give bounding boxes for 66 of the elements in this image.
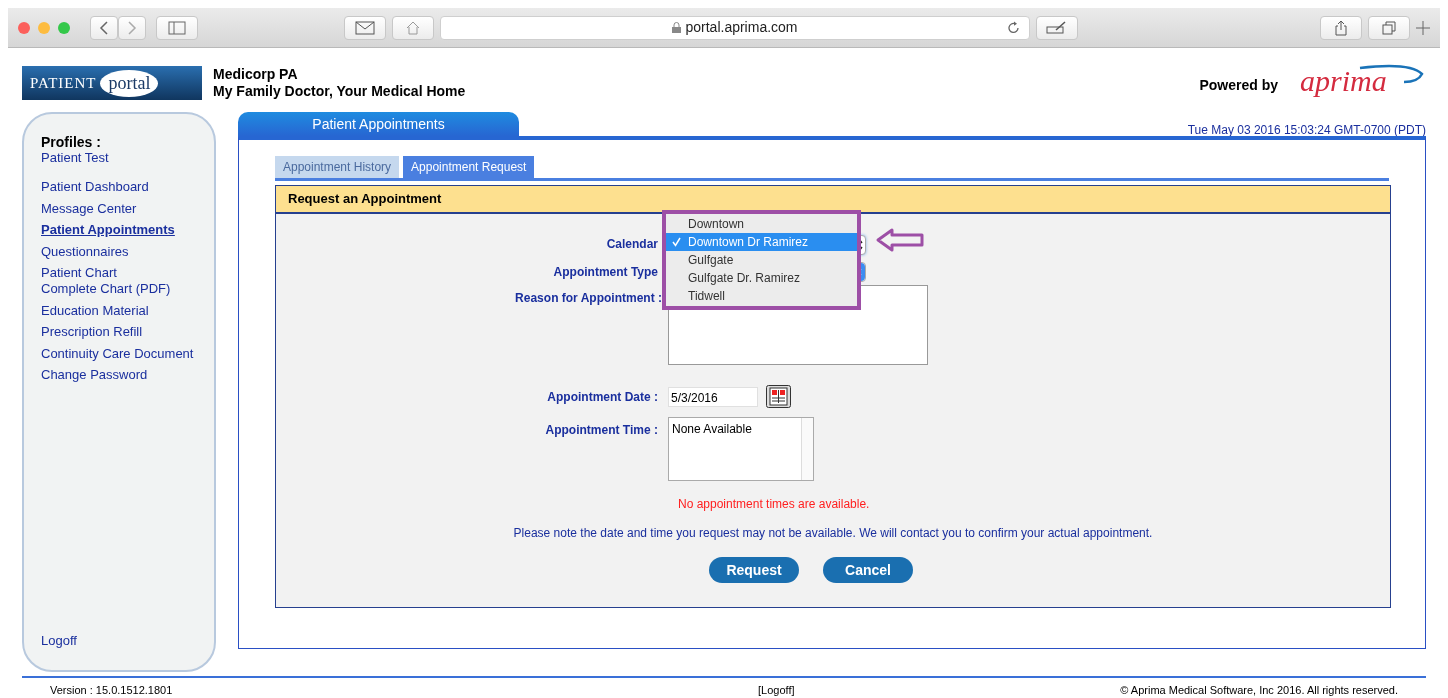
appointment-type-label: Appointment Type (553, 264, 659, 281)
checkmark-icon (672, 237, 681, 247)
form-title-bar: Request an Appointment (276, 186, 1390, 214)
logoff-link[interactable]: Logoff (41, 630, 197, 650)
notes-button[interactable] (1036, 15, 1078, 40)
sidebar-link[interactable]: Patient Appointments (41, 222, 197, 238)
practice-name: Medicorp PA (213, 66, 299, 83)
powered-by-label: Powered by (1199, 75, 1278, 95)
url-text: portal.aprima.com (685, 18, 798, 37)
sidebar-link[interactable]: Questionnaires (41, 243, 197, 260)
time-label: Appointment Time : (545, 422, 659, 439)
sidebar-link[interactable]: Change Password (41, 367, 197, 383)
dropdown-option[interactable]: Tidwell (666, 287, 857, 305)
share-icon (1334, 19, 1348, 36)
footer-logoff-link[interactable]: [Logoff] (758, 682, 795, 698)
dropdown-option[interactable]: Gulfgate (666, 251, 857, 269)
copyright-text: © Aprima Medical Software, Inc 2016. All rights reserved. (1120, 683, 1398, 698)
minimize-window-icon[interactable] (38, 21, 50, 34)
sidebar-icon (168, 20, 186, 35)
sidebar-link[interactable]: Continuity Care Document (41, 345, 197, 362)
dropdown-option[interactable]: Gulfgate Dr. Ramirez (666, 269, 857, 287)
subtab[interactable]: Appointment Request (403, 156, 535, 178)
practice-tagline: My Family Doctor, Your Medical Home (213, 83, 466, 100)
arrow-icon (876, 228, 924, 252)
portal-logo: PATIENT portal (22, 66, 202, 100)
request-button[interactable]: Request (709, 557, 799, 583)
cancel-button[interactable]: Cancel (823, 557, 913, 583)
back-button[interactable] (90, 15, 118, 40)
sidebar-link[interactable]: Patient Dashboard (41, 179, 197, 195)
forward-button[interactable] (118, 15, 146, 40)
date-label: Appointment Date : (547, 389, 658, 406)
calendar-icon[interactable] (766, 385, 791, 408)
close-window-icon[interactable] (18, 21, 30, 34)
sidebar-button[interactable] (156, 15, 198, 40)
sidebar-link[interactable]: Patient Chart (41, 265, 197, 281)
mail-button[interactable] (344, 15, 386, 40)
error-message: No appointment times are available. (678, 497, 870, 511)
tabs-button[interactable] (1368, 15, 1410, 40)
reload-icon[interactable] (1007, 20, 1021, 35)
date-field[interactable]: 5/3/2016 (668, 386, 758, 407)
pencil-icon (1046, 20, 1068, 35)
address-bar[interactable]: portal.aprima.com (440, 15, 1030, 40)
maximize-window-icon[interactable] (58, 21, 70, 34)
profiles-label: Profiles : (41, 134, 102, 150)
profile-name: Patient Test (41, 150, 110, 166)
dropdown-option[interactable]: Downtown (666, 215, 857, 233)
envelope-icon (355, 20, 375, 35)
sidebar-link[interactable]: Complete Chart (PDF) (41, 281, 197, 297)
current-datetime: Tue May 03 2016 15:03:24 GMT-0700 (PDT) (1187, 122, 1426, 139)
back-icon (99, 20, 109, 35)
home-button[interactable] (392, 15, 434, 40)
availability-note: Please note the date and time you request may not be available. We will contact you to confirm your actual appointment. (513, 526, 1153, 540)
sidebar-link[interactable]: Message Center (41, 200, 197, 217)
forward-icon (127, 20, 137, 35)
new-tab-icon[interactable] (1416, 20, 1430, 35)
reason-label: Reason for Appointment : (515, 290, 663, 307)
tabs-icon (1382, 20, 1396, 35)
aprima-logo: aprima (1300, 64, 1426, 98)
share-button[interactable] (1320, 15, 1362, 40)
sidebar-link[interactable]: Prescription Refill (41, 324, 197, 340)
home-icon (405, 20, 421, 35)
version-text: Version : 15.0.1512.1801 (50, 683, 173, 698)
subtab[interactable]: Appointment History (275, 156, 400, 178)
lock-icon (672, 22, 682, 33)
sidebar-link[interactable]: Education Material (41, 302, 197, 319)
calendar-label: Calendar (606, 236, 659, 250)
